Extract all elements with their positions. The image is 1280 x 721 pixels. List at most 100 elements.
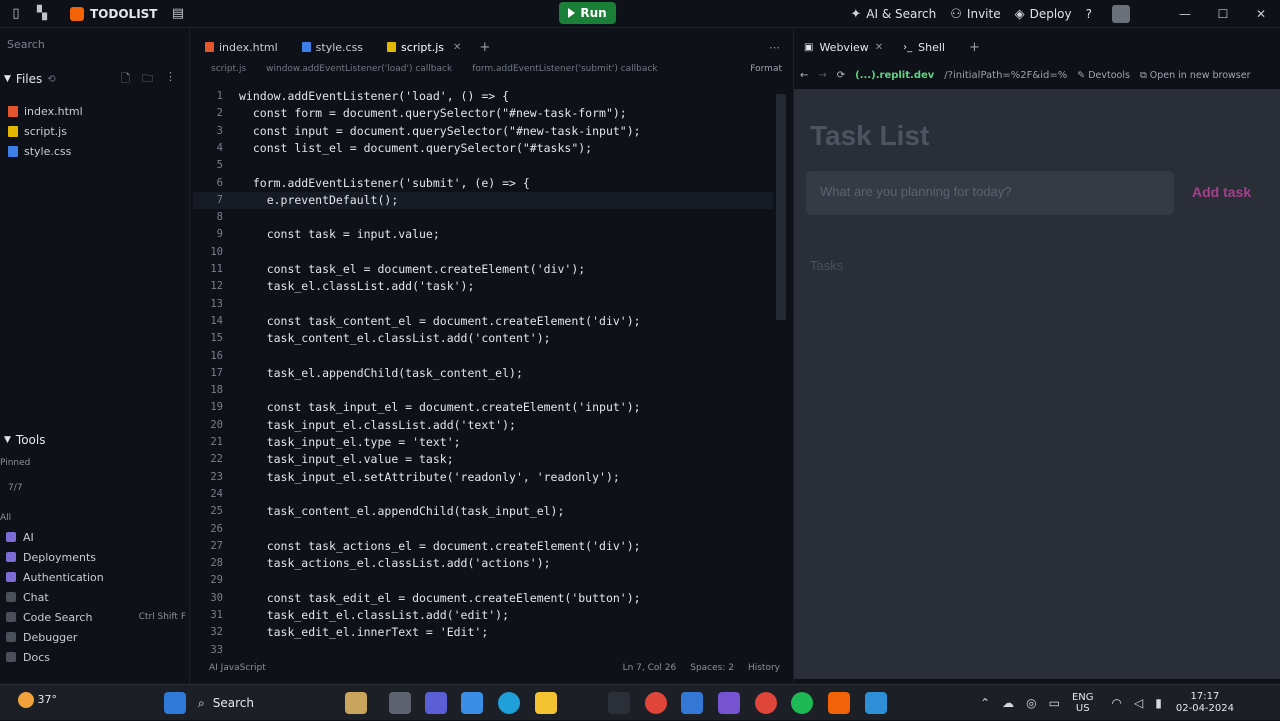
tool-authentication[interactable]: Authentication [6, 569, 186, 585]
code-line[interactable]: 16 [193, 348, 773, 365]
widgets-icon[interactable] [345, 692, 367, 714]
new-task-input[interactable]: What are you planning for today? [806, 171, 1174, 215]
battery-icon[interactable]: ▭ [1049, 696, 1060, 710]
volume-icon[interactable]: ◁ [1134, 696, 1143, 710]
code-line[interactable]: 24 [193, 486, 773, 503]
code-line[interactable]: 8 [193, 209, 773, 226]
tool-code-search[interactable]: Code Search Ctrl Shift F [6, 609, 186, 625]
spotify-icon[interactable] [791, 692, 813, 714]
forward-icon[interactable]: → [818, 70, 826, 81]
notes-icon[interactable] [681, 692, 703, 714]
code-line[interactable]: 1 window.addEventListener('load', () => { [193, 88, 773, 105]
close-tab-icon[interactable]: ✕ [453, 42, 461, 53]
code-line[interactable]: 17 task_el.appendChild(task_content_el); [193, 365, 773, 382]
language-indicator[interactable]: ENG US [1072, 692, 1094, 714]
new-folder-icon[interactable]: 🗀 [142, 70, 153, 89]
close-tab-icon[interactable]: ✕ [875, 42, 883, 53]
code-line[interactable]: 19 const task_input_el = document.create… [193, 399, 773, 416]
file-manager-icon[interactable] [461, 692, 483, 714]
close-button[interactable]: ✕ [1242, 7, 1280, 21]
app-icon[interactable] [608, 692, 630, 714]
code-line[interactable]: 2 const form = document.querySelector("#… [193, 105, 773, 122]
tools-header[interactable]: ▼ Tools [0, 432, 190, 448]
add-tab-icon[interactable]: + [969, 40, 980, 55]
code-line[interactable]: 20 task_input_el.classList.add('text'); [193, 417, 773, 434]
devtools-button[interactable]: ✎ Devtools [1077, 70, 1130, 81]
start-icon[interactable] [164, 692, 186, 714]
tab-style-css[interactable]: style.css [290, 38, 375, 56]
more-icon[interactable]: ⋯ [769, 41, 780, 54]
code-line[interactable]: 28 task_actions_el.classList.add('action… [193, 555, 773, 572]
taskbar-search[interactable]: ⌕ Search [198, 691, 254, 715]
code-line[interactable]: 23 task_input_el.setAttribute('readonly'… [193, 469, 773, 486]
code-line[interactable]: 11 const task_el = document.createElemen… [193, 261, 773, 278]
deploy-button[interactable]: ◈ Deploy [1015, 7, 1072, 22]
tool-ai[interactable]: AI [6, 529, 186, 545]
app-tray-icon[interactable]: ◎ [1026, 696, 1036, 710]
add-task-button[interactable]: Add task [1192, 184, 1251, 200]
code-line[interactable]: 22 task_input_el.value = task; [193, 451, 773, 468]
replit-icon[interactable] [828, 692, 850, 714]
code-line[interactable]: 30 const task_edit_el = document.createE… [193, 590, 773, 607]
task-view-icon[interactable] [389, 692, 411, 714]
tab-index-html[interactable]: index.html [193, 38, 290, 56]
code-line[interactable]: 26 [193, 521, 773, 538]
code-area[interactable]: 1 window.addEventListener('load', () => {… [193, 88, 773, 660]
tab-script-js[interactable]: script.js ✕ [375, 38, 473, 56]
code-line[interactable]: 18 [193, 382, 773, 399]
tool-deployments[interactable]: Deployments [6, 549, 186, 565]
maximize-button[interactable]: ☐ [1204, 7, 1242, 21]
code-line[interactable]: 4 const list_el = document.querySelector… [193, 140, 773, 157]
clock[interactable]: 17:17 02-04-2024 [1176, 691, 1234, 715]
apps-icon[interactable]: ▚ [34, 6, 50, 22]
teams-icon[interactable] [425, 692, 447, 714]
code-line[interactable]: 9 const task = input.value; [193, 226, 773, 243]
code-line[interactable]: 32 task_edit_el.innerText = 'Edit'; [193, 624, 773, 641]
back-icon[interactable]: ← [800, 70, 808, 81]
help-button[interactable]: ? [1086, 7, 1092, 21]
tool-docs[interactable]: Docs [6, 649, 186, 665]
code-line[interactable]: 25 task_content_el.appendChild(task_inpu… [193, 503, 773, 520]
minimize-button[interactable]: — [1166, 7, 1204, 21]
invite-button[interactable]: ⚇ Invite [950, 7, 1000, 22]
chrome-icon[interactable] [645, 692, 667, 714]
code-line[interactable]: 15 task_content_el.classList.add('conten… [193, 330, 773, 347]
vscode-icon[interactable] [718, 692, 740, 714]
avatar[interactable] [1112, 5, 1130, 23]
wifi-icon[interactable]: ◠ [1112, 696, 1122, 710]
reload-icon[interactable]: ⟳ [837, 70, 845, 81]
new-file-icon[interactable]: 🗋 [121, 70, 130, 89]
code-line[interactable]: 3 const input = document.querySelector("… [193, 123, 773, 140]
file-item-index-html[interactable]: index.html [8, 103, 83, 119]
tab-webview[interactable]: ▣ Webview ✕ [794, 41, 893, 54]
mail-icon[interactable] [865, 692, 887, 714]
code-line[interactable]: 14 const task_content_el = document.crea… [193, 313, 773, 330]
tool-debugger[interactable]: Debugger [6, 629, 186, 645]
file-item-script-js[interactable]: script.js [8, 123, 67, 139]
code-line[interactable]: 13 [193, 296, 773, 313]
chevron-up-icon[interactable]: ⌃ [980, 696, 990, 710]
url-path[interactable]: /?initialPath=%2F&id=% [944, 70, 1067, 81]
code-line[interactable]: 12 task_el.classList.add('task'); [193, 278, 773, 295]
code-line[interactable]: 6 form.addEventListener('submit', (e) =>… [193, 175, 773, 192]
cloud-icon[interactable]: ☁ [1002, 696, 1014, 710]
code-line[interactable]: 21 task_input_el.type = 'text'; [193, 434, 773, 451]
sidebar-toggle-icon[interactable]: ▯ [8, 6, 24, 22]
code-line[interactable]: 29 [193, 572, 773, 589]
code-line[interactable]: 7 e.preventDefault(); [193, 191, 773, 209]
code-line[interactable]: 27 const task_actions_el = document.crea… [193, 538, 773, 555]
more-icon[interactable]: ⋮ [165, 70, 176, 89]
repl-name[interactable]: TODOLIST [70, 5, 158, 23]
open-new-tab-button[interactable]: ⧉ Open in new browser [1140, 70, 1251, 81]
panel-icon[interactable]: ▤ [170, 6, 186, 22]
edge-icon[interactable] [498, 692, 520, 714]
code-line[interactable]: 33 [193, 642, 773, 659]
add-tab-icon[interactable]: + [479, 40, 490, 55]
file-item-style-css[interactable]: style.css [8, 143, 71, 159]
weather-widget[interactable]: 37° [18, 692, 57, 708]
explorer-icon[interactable] [535, 692, 557, 714]
files-header[interactable]: ▼ Files ⟲ 🗋 🗀 ⋮ [0, 70, 190, 88]
search-input[interactable]: Search [0, 38, 190, 56]
code-line[interactable]: 5 [193, 157, 773, 174]
vertical-scrollbar[interactable] [776, 94, 786, 320]
